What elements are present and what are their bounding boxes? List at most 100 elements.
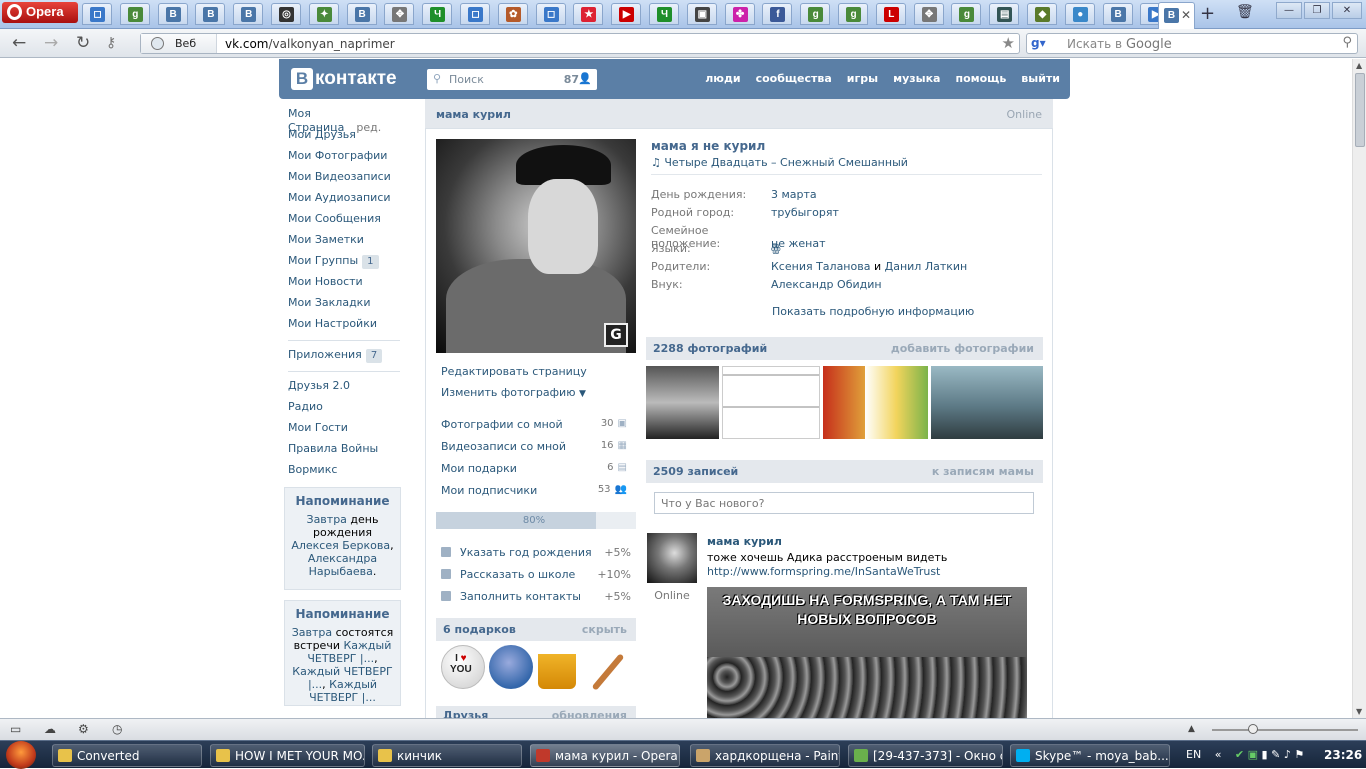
- change-photo-link[interactable]: Изменить фотографию ▼: [441, 386, 586, 399]
- volume-icon[interactable]: ♪: [1284, 748, 1291, 761]
- restore-button[interactable]: ❐: [1304, 2, 1330, 19]
- post-avatar[interactable]: [647, 533, 697, 583]
- browser-tab[interactable]: ✥: [384, 3, 415, 25]
- browser-tab[interactable]: f: [762, 3, 793, 25]
- zoom-slider[interactable]: [1212, 724, 1358, 734]
- nav-music[interactable]: музыка: [893, 72, 940, 85]
- browser-tab[interactable]: ◻: [535, 3, 566, 25]
- address-field[interactable]: Веб vk.com/valkonyan_naprimer ★: [140, 33, 1020, 54]
- nav-communities[interactable]: сообщества: [756, 72, 832, 85]
- back-icon[interactable]: ←: [12, 33, 26, 53]
- network-icon[interactable]: ▮: [1262, 748, 1268, 761]
- menu-item[interactable]: Мои Новости: [288, 275, 402, 296]
- nav-people[interactable]: люди: [705, 72, 740, 85]
- menu-item[interactable]: Мои Заметки: [288, 233, 402, 254]
- panel-toggle-icon[interactable]: ▭: [10, 722, 24, 736]
- reminder-date-link[interactable]: Завтра: [307, 513, 347, 526]
- menu-item[interactable]: Мои Группы 1: [288, 254, 402, 275]
- menu-extra-item[interactable]: Мои Гости: [288, 421, 402, 442]
- menu-item[interactable]: Мои Настройки: [288, 317, 402, 338]
- counter-link[interactable]: Видеозаписи со мной 16 ▦: [441, 440, 627, 453]
- friends-updates-link[interactable]: обновления: [552, 709, 627, 718]
- photo-thumb[interactable]: [931, 366, 1043, 439]
- language-indicator[interactable]: EN: [1186, 748, 1201, 761]
- counter-link[interactable]: Мои подарки 6 ▤: [441, 462, 627, 475]
- minimize-button[interactable]: —: [1276, 2, 1302, 19]
- browser-tab[interactable]: ●: [1064, 3, 1095, 25]
- menu-item[interactable]: Мои Сообщения: [288, 212, 402, 233]
- menu-item[interactable]: Мои Видеозаписи: [288, 170, 402, 191]
- google-icon[interactable]: g▾: [1031, 36, 1055, 51]
- site-info-button[interactable]: Веб: [141, 34, 217, 53]
- browser-tab[interactable]: ✥: [913, 3, 944, 25]
- info-value[interactable]: Александр Обидин: [771, 278, 882, 291]
- menu-extra-item[interactable]: Радио: [288, 400, 402, 421]
- browser-tab[interactable]: ◻: [460, 3, 490, 25]
- gift-beer[interactable]: [538, 645, 576, 689]
- nav-logout[interactable]: выйти: [1021, 72, 1060, 85]
- browser-tab[interactable]: Ч: [649, 3, 679, 25]
- info-value[interactable]: ꙮ: [771, 242, 781, 255]
- url-text[interactable]: vk.com/valkonyan_naprimer: [225, 37, 395, 51]
- opera-menu-button[interactable]: Opera: [2, 2, 78, 23]
- menu-apps[interactable]: Приложения 7: [288, 348, 402, 369]
- menu-item[interactable]: Мои Друзья: [288, 128, 402, 149]
- menu-extra-item[interactable]: Друзья 2.0: [288, 379, 402, 400]
- browser-tab[interactable]: g: [951, 3, 982, 25]
- tray-check-icon[interactable]: ✔: [1235, 748, 1244, 761]
- zoom-up-icon[interactable]: ▲: [1188, 724, 1202, 738]
- browser-tab[interactable]: ▤: [989, 3, 1020, 25]
- photo-thumb[interactable]: [646, 366, 719, 439]
- zoom-slider-knob[interactable]: [1248, 724, 1258, 734]
- profile-avatar[interactable]: G: [436, 139, 636, 353]
- new-tab-icon[interactable]: +: [1200, 3, 1215, 24]
- vk-logo[interactable]: Вконтакте: [291, 68, 397, 90]
- taskbar-task[interactable]: Skype™ - moya_bab...: [1010, 744, 1170, 767]
- profile-status[interactable]: ♫ Четыре Двадцать – Снежный Смешанный: [651, 156, 908, 169]
- speed-icon[interactable]: ◷: [112, 722, 126, 736]
- browser-tab[interactable]: В: [157, 3, 188, 25]
- tray-expand-icon[interactable]: «: [1215, 748, 1222, 761]
- turbo-icon[interactable]: ⚙: [78, 722, 92, 736]
- browser-tab[interactable]: ◻: [82, 3, 112, 25]
- trash-icon[interactable]: 🗑: [1236, 4, 1254, 20]
- vk-search-input[interactable]: ⚲ Поиск 87 👤: [427, 69, 597, 90]
- forward-icon[interactable]: →: [44, 33, 58, 53]
- edit-page-link[interactable]: Редактировать страницу: [441, 365, 587, 378]
- info-value[interactable]: Ксения Таланова: [771, 260, 870, 273]
- wall-count-link[interactable]: 2509 записей: [653, 465, 738, 478]
- menu-item[interactable]: Мои Фотографии: [288, 149, 402, 170]
- to-mom-posts-link[interactable]: к записям мамы: [932, 465, 1034, 478]
- taskbar-task[interactable]: кинчик: [372, 744, 522, 767]
- menu-item[interactable]: Мои Аудиозаписи: [288, 191, 402, 212]
- browser-tab[interactable]: ✦: [308, 3, 339, 25]
- close-window-button[interactable]: ✕: [1332, 2, 1362, 19]
- scroll-up-icon[interactable]: ▲: [1356, 61, 1362, 70]
- menu-extra-item[interactable]: Правила Войны: [288, 442, 402, 463]
- post-link[interactable]: http://www.formspring.me/InSantaWeTrust: [707, 565, 940, 578]
- browser-tab[interactable]: ▣: [686, 3, 717, 25]
- taskbar-task[interactable]: HOW I MET YOUR MO...: [210, 744, 365, 767]
- tip-link[interactable]: Заполнить контакты +5%: [441, 590, 631, 603]
- taskbar-task[interactable]: Converted: [52, 744, 202, 767]
- tip-link[interactable]: Рассказать о школе +10%: [441, 568, 631, 581]
- wall-post-input[interactable]: Что у Вас нового?: [654, 492, 1034, 514]
- clock[interactable]: 23:26: [1324, 748, 1362, 762]
- browser-tab[interactable]: ◎: [271, 3, 301, 25]
- browser-tab[interactable]: ▶: [611, 3, 642, 25]
- gift-bird[interactable]: [489, 645, 533, 689]
- reminder-person-link[interactable]: Александра Нарыбаева: [308, 552, 377, 578]
- post-author-link[interactable]: мама курил: [707, 535, 782, 548]
- browser-tab[interactable]: В: [233, 3, 264, 25]
- info-value[interactable]: 3 марта: [771, 188, 817, 201]
- search-icon[interactable]: ⚲: [1342, 35, 1352, 50]
- browser-tab[interactable]: В: [346, 3, 377, 25]
- cloud-icon[interactable]: ☁: [44, 722, 58, 736]
- photo-thumb[interactable]: [823, 366, 928, 439]
- browser-tab[interactable]: L: [875, 3, 906, 25]
- counter-link[interactable]: Мои подписчики 53 👥: [441, 484, 627, 497]
- browser-tab[interactable]: g: [119, 3, 150, 25]
- post-image[interactable]: ЗАХОДИШЬ НА FORMSPRING, А ТАМ НЕТ НОВЫХ …: [707, 587, 1027, 718]
- taskbar-task[interactable]: мама курил - Opera: [530, 744, 680, 767]
- browser-tab[interactable]: ✿: [497, 3, 528, 25]
